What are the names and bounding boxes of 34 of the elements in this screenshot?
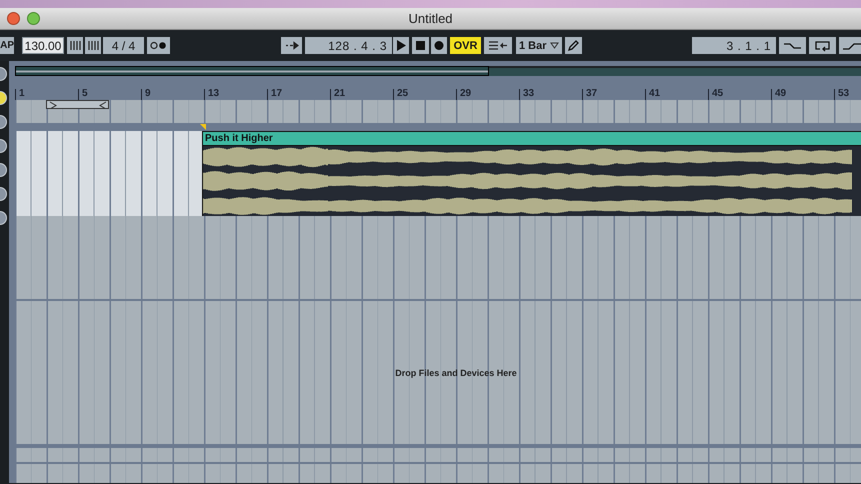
caret-icon bbox=[550, 42, 559, 49]
time-signature-field[interactable]: 4 / 4 bbox=[103, 37, 144, 54]
loop-brace[interactable] bbox=[46, 100, 109, 109]
list-arrow-button[interactable] bbox=[484, 37, 512, 54]
position-field[interactable]: 128 . 4 . 3 bbox=[305, 37, 392, 54]
overview-selection[interactable] bbox=[15, 66, 489, 76]
start-marker-icon bbox=[200, 124, 206, 130]
close-button[interactable] bbox=[7, 12, 20, 25]
tap-button[interactable]: AP bbox=[0, 37, 14, 54]
record-button[interactable] bbox=[431, 37, 447, 54]
stop-button[interactable] bbox=[412, 37, 429, 54]
drop-area[interactable]: Drop Files and Devices Here bbox=[15, 301, 861, 444]
nudge-button[interactable] bbox=[67, 37, 83, 54]
overdub-button[interactable]: OVR bbox=[450, 37, 481, 54]
quantize-dropdown[interactable]: 1 Bar bbox=[516, 37, 562, 54]
track-lane[interactable] bbox=[15, 448, 861, 462]
audio-clip[interactable]: Push it Higher bbox=[202, 130, 861, 216]
pencil-button[interactable] bbox=[565, 37, 582, 54]
overview-bar[interactable] bbox=[15, 66, 861, 76]
loop-length-field[interactable]: 3 . 1 . 1 bbox=[692, 37, 776, 54]
nudge-button[interactable] bbox=[85, 37, 101, 54]
track-lane[interactable] bbox=[15, 464, 861, 483]
metronome-button[interactable] bbox=[147, 37, 170, 54]
tempo-field[interactable]: 130.00 bbox=[22, 37, 64, 54]
fade-button[interactable] bbox=[779, 37, 806, 54]
loop-button[interactable] bbox=[809, 37, 836, 54]
drop-hint: Drop Files and Devices Here bbox=[395, 368, 517, 378]
follow-button[interactable] bbox=[281, 37, 302, 54]
track-lane[interactable] bbox=[15, 216, 861, 300]
window-title: Untitled bbox=[408, 11, 453, 26]
punch-button[interactable] bbox=[839, 37, 861, 54]
zoom-button[interactable] bbox=[27, 12, 40, 25]
play-button[interactable] bbox=[393, 37, 409, 54]
clip-name: Push it Higher bbox=[203, 132, 861, 146]
